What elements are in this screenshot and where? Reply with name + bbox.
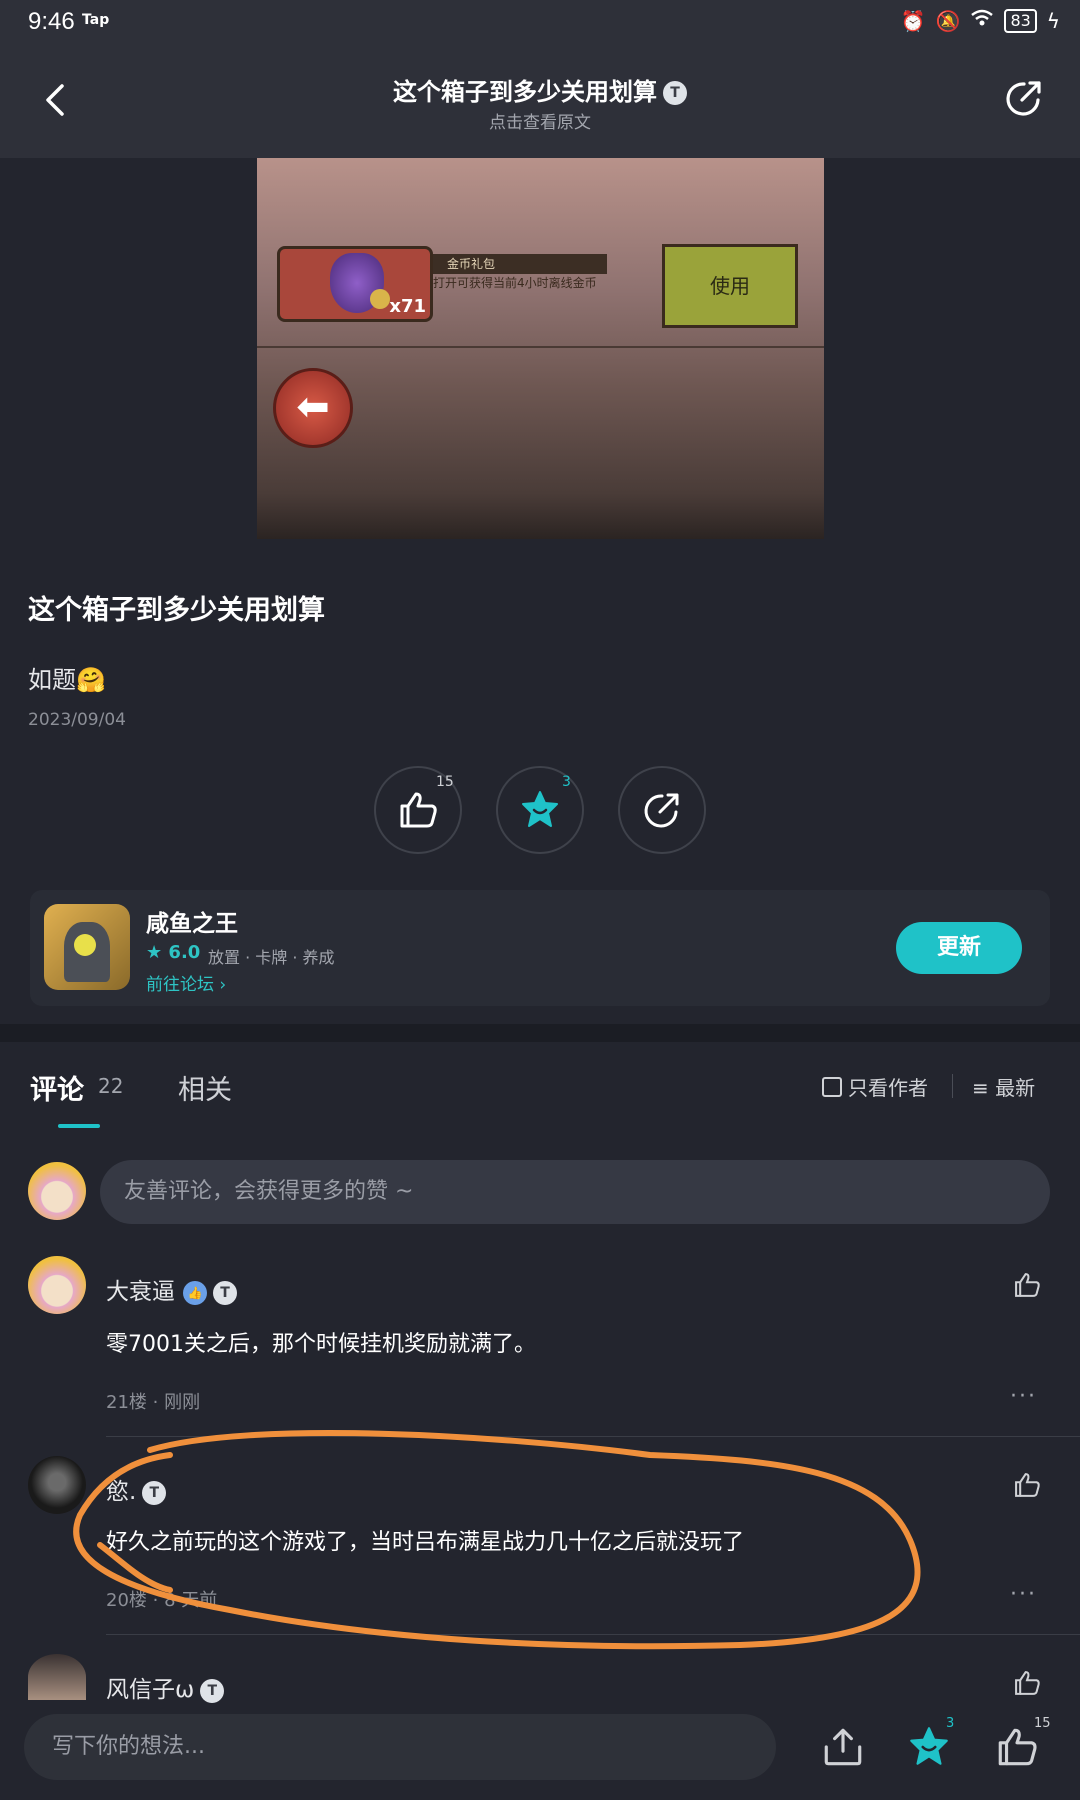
post-title: 这个箱子到多少关用划算 <box>28 595 325 626</box>
charging-icon: ϟ <box>1046 8 1060 33</box>
level-badge: T <box>200 1678 225 1703</box>
checkbox-icon <box>822 1077 842 1097</box>
item-description: 打开可获得当前4小时离线金币 <box>433 276 597 290</box>
avatar[interactable] <box>28 1456 86 1514</box>
tab-comments[interactable]: 评论 <box>30 1068 84 1107</box>
item-count: x71 <box>389 296 426 317</box>
use-button-in-image: 使用 <box>662 244 798 328</box>
share-icon <box>644 793 679 828</box>
like-button[interactable]: 15 <box>374 766 462 854</box>
post-image[interactable]: x71 金币礼包 打开可获得当前4小时离线金币 使用 ⬅ <box>257 158 824 539</box>
top-header: 这个箱子到多少关用划算 T 点击查看原文 <box>0 44 1080 158</box>
level-badge: T <box>663 81 687 105</box>
only-author-toggle[interactable]: 只看作者 <box>822 1072 928 1101</box>
thumb-up-icon <box>1015 1273 1040 1297</box>
comment-like-button[interactable] <box>860 1270 1040 1310</box>
more-icon[interactable]: ··· <box>1010 1384 1037 1409</box>
tab-related[interactable]: 相关 <box>178 1068 232 1107</box>
star-icon: ★ <box>146 942 163 963</box>
level-badge: T <box>213 1280 237 1305</box>
favorite-button[interactable]: 3 <box>496 766 584 854</box>
bottom-like-count: 15 <box>1034 1716 1051 1731</box>
update-button[interactable]: 更新 <box>896 922 1022 974</box>
comment-divider <box>106 1436 1080 1437</box>
view-original-link[interactable]: 点击查看原文 <box>0 108 1080 133</box>
sort-icon: ≡ <box>972 1076 989 1100</box>
wifi-icon <box>970 8 994 33</box>
thumb-up-icon <box>1015 1671 1040 1695</box>
app-tags: 放置 · 卡牌 · 养成 <box>208 948 335 967</box>
hug-emoji: 🤗 <box>76 666 106 694</box>
status-icons: ⏰ 🔕 83 ϟ <box>901 8 1060 33</box>
bottom-bar: 写下你的想法... 3 15 <box>0 1712 1080 1800</box>
bottom-favorite-count: 3 <box>946 1716 955 1731</box>
upload-icon <box>824 1728 862 1766</box>
post-date: 2023/09/04 <box>28 710 126 730</box>
post-body: 如题🤗 <box>28 666 106 694</box>
avatar[interactable] <box>28 1654 86 1700</box>
gold-coin-icon <box>370 289 390 309</box>
app-card[interactable]: 咸鱼之王 ★ 6.0 放置 · 卡牌 · 养成 前往论坛 › 更新 <box>30 890 1050 1006</box>
battery-level: 83 <box>1004 8 1037 33</box>
thumb-badge-icon: 👍 <box>183 1280 207 1305</box>
level-badge: T <box>142 1480 167 1505</box>
section-divider <box>0 1024 1080 1042</box>
comment-input[interactable]: 友善评论，会获得更多的赞 ~ <box>100 1160 1050 1224</box>
bottom-like-button[interactable]: 15 <box>994 1716 1051 1770</box>
comment-count: 22 <box>98 1074 124 1098</box>
item-tag: 金币礼包 <box>433 254 607 274</box>
star-face-icon <box>522 791 558 827</box>
share-icon <box>1006 81 1041 116</box>
item-card: x71 <box>277 246 433 322</box>
tap-notification-icon: Tap <box>82 12 110 28</box>
my-avatar[interactable] <box>28 1162 86 1220</box>
comment-like-button[interactable] <box>1012 1668 1042 1698</box>
comment-like-button[interactable] <box>1012 1470 1042 1500</box>
page-title: 这个箱子到多少关用划算 T <box>0 72 1080 107</box>
wood-board-line <box>257 346 824 348</box>
thumb-up-icon <box>1015 1473 1040 1497</box>
upload-button[interactable] <box>820 1724 866 1770</box>
avatar[interactable] <box>28 1256 86 1314</box>
like-count: 15 <box>436 774 454 790</box>
header-divider <box>952 1074 953 1098</box>
comment-meta: 21楼 · 刚刚 <box>106 1392 201 1413</box>
favorite-count: 3 <box>562 774 571 790</box>
bottom-favorite-button[interactable]: 3 <box>906 1716 954 1770</box>
mute-icon: 🔕 <box>935 8 961 33</box>
comment-text: 零7001关之后，那个时候挂机奖励就满了。 <box>106 1332 536 1357</box>
forum-link[interactable]: 前往论坛 › <box>146 970 226 995</box>
share-post-button[interactable] <box>618 766 706 854</box>
status-bar: 9:46 Tap ⏰ 🔕 83 ϟ <box>0 0 1080 44</box>
status-time: 9:46 <box>28 8 75 35</box>
comment-author[interactable]: 慾. T <box>106 1472 167 1506</box>
comment-divider <box>106 1634 1080 1635</box>
comment-meta: 20楼 · 8 天前 <box>106 1590 218 1611</box>
share-button[interactable] <box>1002 76 1046 120</box>
app-icon <box>44 904 130 990</box>
active-tab-indicator <box>58 1124 100 1128</box>
app-rating: ★ 6.0 <box>146 942 201 963</box>
comment-author[interactable]: 大衰逼 👍 T <box>106 1272 237 1306</box>
bottom-comment-input[interactable]: 写下你的想法... <box>24 1714 776 1780</box>
comment-text: 好久之前玩的这个游戏了，当时吕布满星战力几十亿之后就没玩了 <box>106 1530 745 1555</box>
alarm-icon: ⏰ <box>900 8 926 33</box>
thumb-up-icon <box>400 792 437 828</box>
comment-author[interactable]: 风信子ω T <box>106 1670 225 1704</box>
more-icon[interactable]: ··· <box>1010 1582 1037 1607</box>
back-arrow-in-image-icon: ⬅ <box>273 368 353 448</box>
app-name: 咸鱼之王 <box>146 911 238 937</box>
sort-button[interactable]: ≡ 最新 <box>972 1072 1035 1101</box>
